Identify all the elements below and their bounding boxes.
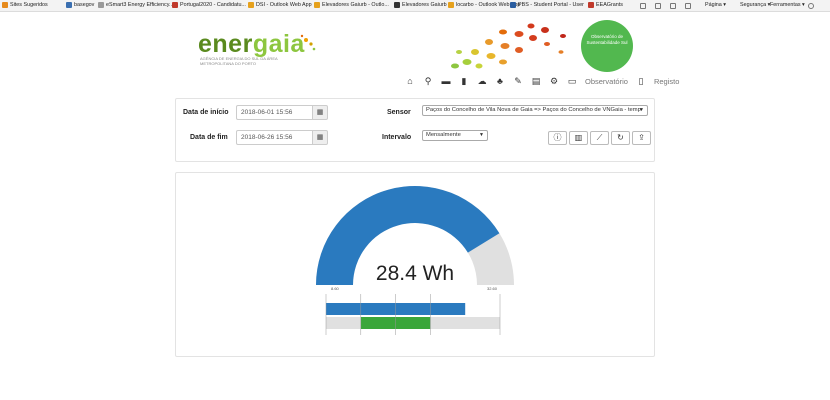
gauge-min-label: 8.60	[331, 286, 339, 291]
gauge-value: 28.4 Wh	[375, 262, 455, 285]
gauge-chart	[316, 185, 514, 335]
gauge-max-label: 32.60	[487, 286, 498, 291]
